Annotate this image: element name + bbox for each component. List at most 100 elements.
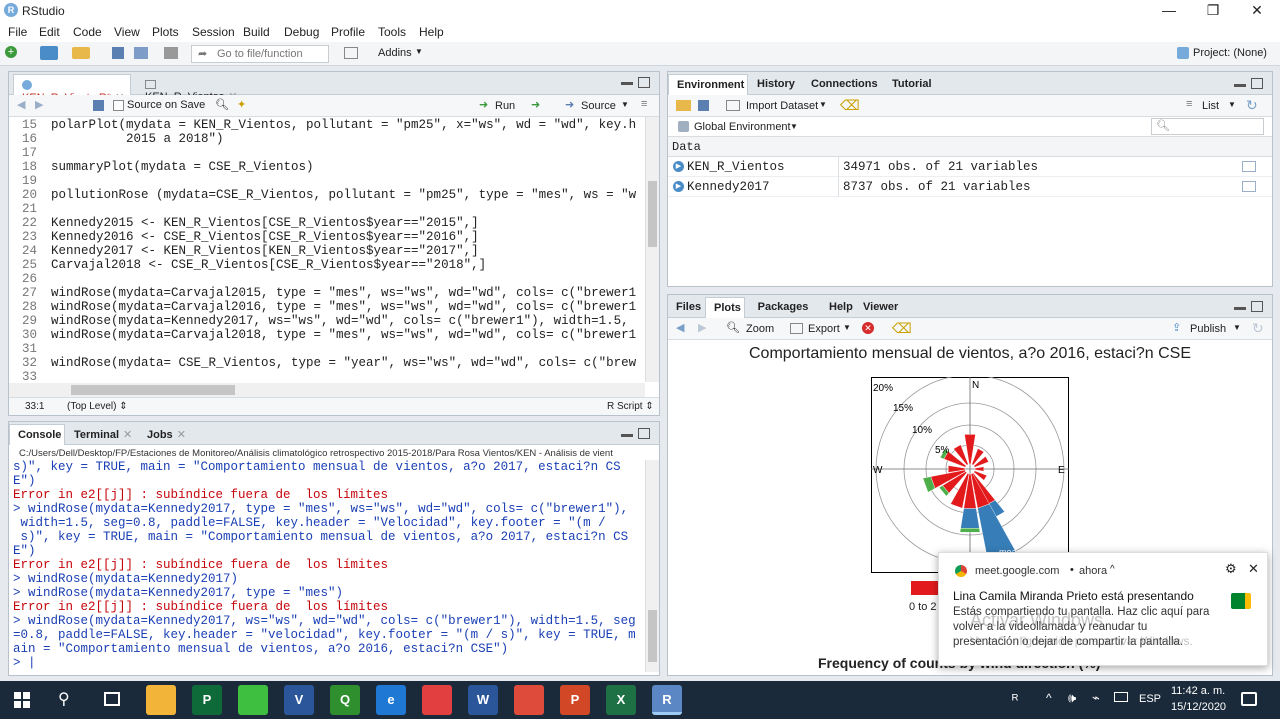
menu-profile[interactable]: Profile: [331, 25, 365, 39]
list-chevron-icon[interactable]: ▼: [1228, 100, 1236, 109]
expand-icon[interactable]: ▶: [673, 161, 684, 172]
save-workspace-icon[interactable]: [698, 100, 709, 111]
menu-view[interactable]: View: [114, 25, 140, 39]
editor-vertical-scrollbar[interactable]: [645, 117, 659, 382]
code-line[interactable]: 31: [9, 342, 51, 356]
code-line[interactable]: 17: [9, 146, 51, 160]
code-line[interactable]: 22 Kennedy2015 <- KEN_R_Vientos[CSE_R_Vie…: [9, 216, 479, 230]
refresh-icon[interactable]: ↻: [1252, 320, 1264, 337]
code-line[interactable]: 27 windRose(mydata=Carvajal2015, type = "…: [9, 286, 636, 300]
code-line[interactable]: 28 windRose(mydata=Carvajal2016, type = "…: [9, 300, 636, 314]
expand-icon[interactable]: ▶: [673, 181, 684, 192]
taskbar-app-icon[interactable]: P: [560, 685, 590, 715]
print-icon[interactable]: [164, 47, 178, 59]
maximize-button[interactable]: ❐: [1190, 0, 1236, 21]
code-line[interactable]: 30 windRose(mydata=Carvajal2018, type = "…: [9, 328, 636, 342]
zoom-button[interactable]: Zoom: [746, 323, 774, 335]
code-line[interactable]: 23 Kennedy2016 <- CSE_R_Vientos[CSE_R_Vie…: [9, 230, 479, 244]
menu-build[interactable]: Build: [243, 25, 270, 39]
remove-plot-icon[interactable]: ✕: [862, 322, 874, 334]
search-icon[interactable]: 🔍︎: [215, 98, 229, 111]
code-line[interactable]: 24 Kennedy2017 <- KEN_R_Vientos[KEN_R_Vie…: [9, 244, 479, 258]
publish-chevron-icon[interactable]: ▼: [1233, 323, 1241, 332]
menu-edit[interactable]: Edit: [39, 25, 60, 39]
tab-ken-r-viento[interactable]: KEN_R_Viento.R*✕: [13, 74, 131, 104]
load-workspace-icon[interactable]: [676, 100, 691, 111]
broom-icon[interactable]: ⌫: [892, 320, 912, 337]
code-line[interactable]: 25 Carvajal2018 <- CSE_R_Vientos[CSE_R_Vi…: [9, 258, 486, 272]
search-icon[interactable]: ⚲: [58, 689, 70, 709]
maximize-pane-icon[interactable]: [638, 428, 650, 439]
refresh-icon[interactable]: ↻: [1246, 97, 1258, 114]
chevron-up-icon[interactable]: ^: [1110, 564, 1115, 575]
new-project-icon[interactable]: [40, 46, 58, 60]
code-line[interactable]: 32 windRose(mydata= CSE_R_Vientos, type =…: [9, 356, 636, 370]
menu-help[interactable]: Help: [419, 25, 444, 39]
save-all-icon[interactable]: [134, 47, 148, 59]
tab-help[interactable]: Help: [821, 297, 854, 318]
tab-history[interactable]: History: [749, 74, 802, 95]
tab-files[interactable]: Files: [668, 297, 704, 318]
close-tab-icon[interactable]: ✕: [123, 429, 132, 441]
taskbar-app-icon[interactable]: Q: [330, 685, 360, 715]
minimize-pane-icon[interactable]: [1234, 84, 1246, 87]
new-file-icon[interactable]: +: [5, 46, 17, 58]
view-data-icon[interactable]: [1242, 181, 1256, 192]
open-folder-icon[interactable]: [72, 47, 90, 59]
save-icon[interactable]: [112, 47, 124, 59]
taskbar-app-icon[interactable]: X: [606, 685, 636, 715]
people-icon[interactable]: ᴿ: [1012, 691, 1018, 707]
code-line[interactable]: 29 windRose(mydata=Kennedy2017, ws="ws", …: [9, 314, 629, 328]
taskbar-app-icon[interactable]: P: [192, 685, 222, 715]
tab-tutorial[interactable]: Tutorial: [884, 74, 932, 95]
menu-tools[interactable]: Tools: [378, 25, 406, 39]
minimize-button[interactable]: —: [1146, 0, 1192, 21]
global-env-chevron-icon[interactable]: ▼: [790, 122, 798, 131]
volume-icon[interactable]: 🕪︎: [1068, 690, 1076, 706]
outline-icon[interactable]: ≡: [641, 98, 647, 110]
export-chevron-icon[interactable]: ▼: [843, 323, 851, 332]
list-view-button[interactable]: List: [1202, 100, 1219, 112]
menu-debug[interactable]: Debug: [284, 25, 319, 39]
menu-file[interactable]: File: [8, 25, 27, 39]
taskbar-app-icon[interactable]: [514, 685, 544, 715]
gear-icon[interactable]: ⚙: [1225, 561, 1237, 577]
import-dataset-button[interactable]: Import Dataset: [746, 100, 818, 112]
save-file-icon[interactable]: [93, 100, 104, 111]
next-plot-icon[interactable]: ▶: [698, 321, 706, 334]
magic-wand-icon[interactable]: ✦: [237, 98, 246, 111]
code-editor[interactable]: 15 polarPlot(mydata = KEN_R_Vientos, poll…: [9, 117, 645, 385]
broom-icon[interactable]: ⌫: [840, 97, 860, 114]
rerun-icon[interactable]: ➜: [531, 98, 540, 111]
previous-plot-icon[interactable]: ◀: [676, 321, 684, 334]
tab-console[interactable]: Console: [9, 424, 65, 445]
taskbar-app-icon[interactable]: [146, 685, 176, 715]
export-button[interactable]: Export: [808, 323, 840, 335]
tray-chevron-icon[interactable]: ^: [1046, 691, 1052, 705]
display-icon[interactable]: [1114, 692, 1128, 702]
taskbar-app-icon[interactable]: [238, 685, 268, 715]
code-line[interactable]: 26: [9, 272, 51, 286]
taskbar-app-icon[interactable]: e: [376, 685, 406, 715]
tab-jobs[interactable]: Jobs ✕: [139, 424, 191, 445]
tab-packages[interactable]: Packages: [746, 297, 820, 318]
code-line[interactable]: 18 summaryPlot(mydata = CSE_R_Vientos): [9, 160, 314, 174]
addins-button[interactable]: Addins: [378, 47, 412, 59]
taskbar-app-icon[interactable]: [422, 685, 452, 715]
publish-button[interactable]: Publish: [1190, 323, 1226, 335]
clock-date[interactable]: 15/12/2020: [1171, 701, 1226, 713]
maximize-pane-icon[interactable]: [638, 77, 650, 88]
project-menu[interactable]: Project: (None): [1193, 47, 1267, 59]
taskbar-app-icon[interactable]: W: [468, 685, 498, 715]
source-chevron-icon[interactable]: ▼: [621, 100, 629, 109]
menu-session[interactable]: Session: [192, 25, 235, 39]
environment-search-input[interactable]: 🔍︎: [1151, 118, 1264, 135]
tab-connections[interactable]: Connections: [803, 74, 883, 95]
grid-icon[interactable]: [344, 47, 358, 59]
minimize-pane-icon[interactable]: [621, 82, 633, 85]
taskbar-app-icon[interactable]: R: [652, 685, 682, 715]
minimize-pane-icon[interactable]: [621, 434, 633, 437]
tab-viewer[interactable]: Viewer: [855, 297, 901, 318]
language-indicator[interactable]: ESP: [1139, 693, 1161, 705]
import-chevron-icon[interactable]: ▼: [819, 100, 827, 109]
